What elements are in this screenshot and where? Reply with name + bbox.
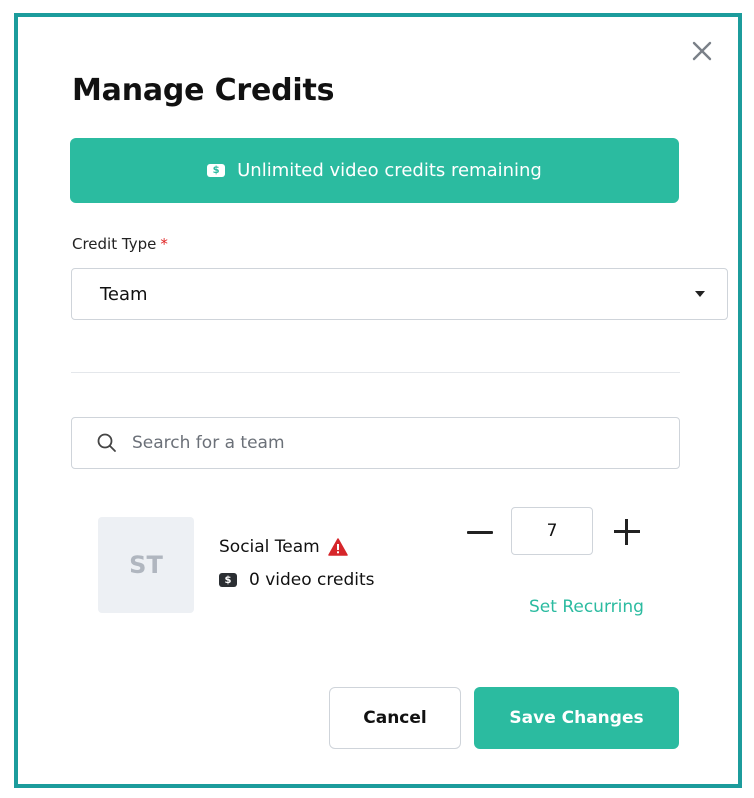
minus-icon [467, 530, 493, 534]
team-credits-row: $ 0 video credits [219, 570, 375, 590]
increment-button[interactable] [612, 517, 642, 547]
quantity-input[interactable] [511, 507, 593, 555]
warning-icon [328, 538, 348, 556]
close-icon [692, 41, 712, 61]
cancel-button[interactable]: Cancel [329, 687, 461, 749]
team-name: Social Team [219, 537, 320, 557]
credit-type-selected-value: Team [100, 283, 148, 305]
dialog-title: Manage Credits [72, 73, 335, 108]
team-search-field[interactable] [71, 417, 680, 469]
required-mark: * [160, 235, 168, 253]
manage-credits-dialog: Manage Credits $ Unlimited video credits… [14, 13, 742, 788]
team-avatar: ST [98, 517, 194, 613]
banner-text: Unlimited video credits remaining [237, 160, 542, 181]
close-button[interactable] [690, 39, 714, 63]
decrement-button[interactable] [465, 517, 495, 547]
credit-type-label: Credit Type * [72, 235, 168, 253]
search-input[interactable] [132, 418, 652, 468]
caret-down-icon [695, 291, 705, 297]
team-credits-text: 0 video credits [249, 570, 375, 590]
credit-type-label-text: Credit Type [72, 235, 157, 253]
plus-icon-vertical [625, 519, 628, 545]
credits-remaining-banner: $ Unlimited video credits remaining [70, 138, 679, 203]
set-recurring-link[interactable]: Set Recurring [529, 597, 644, 617]
money-icon: $ [207, 164, 226, 177]
search-icon [97, 433, 116, 452]
team-name-row: Social Team [219, 537, 348, 557]
credit-type-select[interactable]: Team [71, 268, 728, 320]
money-icon: $ [219, 573, 237, 587]
divider [71, 372, 680, 373]
save-changes-button[interactable]: Save Changes [474, 687, 679, 749]
